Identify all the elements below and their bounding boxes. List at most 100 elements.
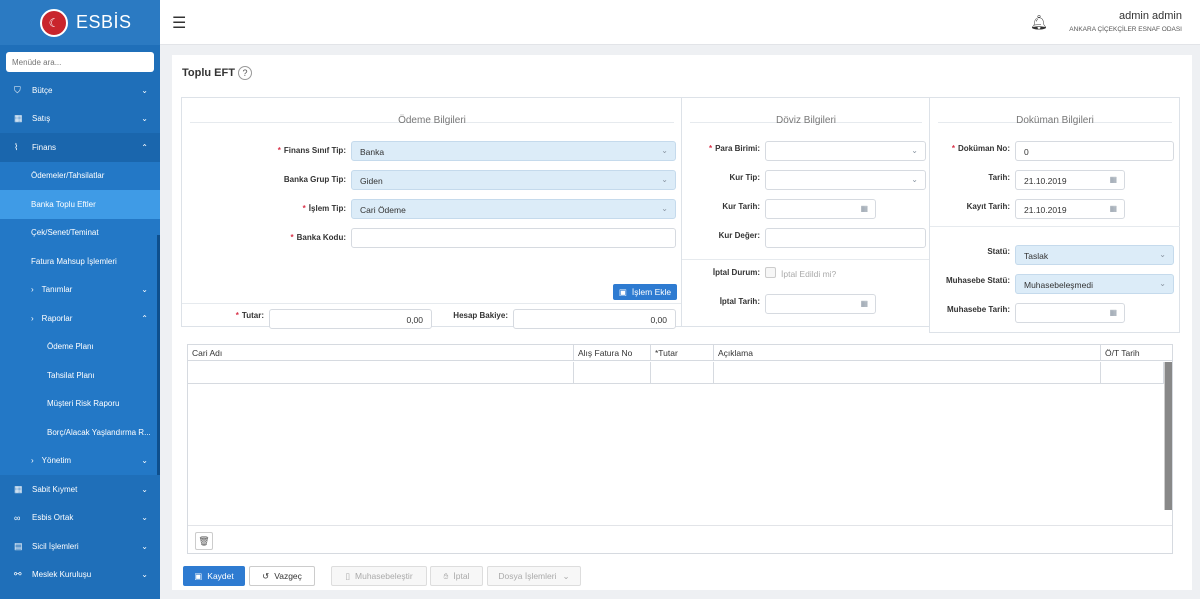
nav-finans[interactable]: ⌇ Finans ⌃ [0, 133, 160, 162]
tarih-input[interactable]: 21.10.2019 ▦ [1015, 170, 1125, 190]
banka-kodu-input[interactable] [351, 228, 676, 248]
nav-satis[interactable]: ▦ Satış ⌄ [0, 105, 160, 134]
divider [682, 259, 930, 260]
grid-filter-cell[interactable] [574, 362, 651, 384]
iptal-checkbox[interactable] [765, 267, 776, 278]
input-value: 0,00 [650, 315, 667, 325]
nav-odemeler-tahsilatlar[interactable]: Ödemeler/Tahsilatlar [0, 161, 160, 190]
grid-filter-cell[interactable] [714, 362, 1101, 384]
button-label: Vazgeç [274, 571, 302, 581]
menu-search-input[interactable] [6, 52, 154, 72]
finans-sinif-tip-select[interactable]: Banka ⌄ [351, 141, 676, 161]
banka-grup-tip-select[interactable]: Giden ⌄ [351, 170, 676, 190]
nav-odeme-plani[interactable]: Ödeme Planı [0, 332, 160, 361]
muhasebe-tarih-input[interactable]: ▦ [1015, 303, 1125, 323]
iptal-button[interactable]: ✋︎ İptal [430, 566, 483, 586]
label-text: Banka Grup Tip [283, 175, 344, 184]
muhasebe-statu-select[interactable]: Muhasebeleşmedi ⌄ [1015, 274, 1174, 294]
statu-select[interactable]: Taslak ⌄ [1015, 245, 1174, 265]
grid-header-aciklama[interactable]: Açıklama [714, 345, 1101, 361]
muhasebe-tarih-label: Muhasebe Tarih: [947, 305, 1010, 314]
kayit-tarih-input[interactable]: 21.10.2019 ▦ [1015, 199, 1125, 219]
grid-header-tutar[interactable]: *Tutar [651, 345, 714, 361]
chevron-up-icon: ⌃ [141, 313, 148, 323]
grid-filter-cell[interactable] [1101, 362, 1164, 384]
sidebar-scrollbar[interactable] [157, 235, 160, 475]
grid-filter-cell[interactable] [651, 362, 714, 384]
dosya-islemleri-button[interactable]: Dosya İşlemleri ⌄ [487, 566, 581, 586]
nav-cek-senet-teminat[interactable]: Çek/Senet/Teminat [0, 218, 160, 247]
calendar-icon[interactable]: ▦ [860, 299, 868, 308]
brand-name: ESBİS [76, 12, 132, 32]
label-text: Kur Değer [718, 231, 758, 240]
grid-filter-cell[interactable] [188, 362, 574, 384]
nav-fatura-mahsup[interactable]: Fatura Mahsup İşlemleri [0, 247, 160, 276]
trash-icon[interactable]: 🗑︎ [195, 532, 213, 550]
chevron-down-icon: ⌄ [661, 204, 668, 213]
calendar-icon[interactable]: ▦ [1109, 308, 1117, 317]
nav-sabit-kiymet[interactable]: ▦ Sabit Kıymet ⌄ [0, 475, 160, 504]
kur-tip-label: Kur Tip: [729, 173, 760, 182]
vazgec-button[interactable]: ↺ Vazgeç [249, 566, 315, 586]
kur-deger-input[interactable] [765, 228, 926, 248]
button-label: İptal [453, 571, 470, 581]
calendar-icon[interactable]: ▦ [860, 204, 868, 213]
nav-yonetim[interactable]: › Yönetim ⌄ [0, 446, 160, 475]
menu-toggle-icon[interactable]: ☰ [172, 13, 186, 33]
nav-label: Borç/Alacak Yaşlandırma R... [47, 427, 151, 437]
hesap-bakiye-input[interactable]: 0,00 [513, 309, 676, 329]
chevron-down-icon: ⌄ [1159, 250, 1166, 259]
banka-kodu-label: * Banka Kodu: [290, 233, 346, 242]
grid-header-alis-fatura-no[interactable]: Alış Fatura No [574, 345, 651, 361]
calendar-icon[interactable]: ▦ [1109, 175, 1117, 184]
chevron-right-icon: › [31, 285, 34, 295]
nav-sicil-islemleri[interactable]: ▤ Sicil İşlemleri ⌄ [0, 532, 160, 561]
doc-icon: ▤ [14, 540, 23, 551]
kaydet-button[interactable]: ▣ Kaydet [183, 566, 245, 586]
chevron-down-icon: ⌄ [141, 114, 148, 124]
input-value: 0,00 [406, 315, 423, 325]
banka-grup-tip-label: Banka Grup Tip: [283, 175, 346, 184]
nav-banka-toplu-eftler[interactable]: Banka Toplu Eftler [0, 190, 160, 219]
link-icon: ∞ [14, 512, 21, 523]
user-menu[interactable]: admin admin ANKARA ÇİÇEKÇİLER ESNAF ODAS… [1069, 10, 1182, 33]
divider [182, 303, 682, 304]
calendar-icon[interactable]: ▦ [1109, 204, 1117, 213]
button-label: Kaydet [207, 571, 234, 581]
grid-header-ot-tarih[interactable]: Ö/T Tarih [1101, 345, 1172, 361]
nav-borc-alacak[interactable]: Borç/Alacak Yaşlandırma R... [0, 418, 160, 447]
tarih-label: Tarih: [988, 173, 1010, 182]
nav-label: Ödeme Planı [47, 342, 94, 352]
dokuman-no-input[interactable]: 0 [1015, 141, 1174, 161]
nav-butce[interactable]: ⛉ Bütçe ⌄ [0, 76, 160, 105]
kur-tarih-input[interactable]: ▦ [765, 199, 876, 219]
logo-icon: ☾ [40, 8, 68, 37]
bell-icon[interactable]: 🔔︎ [1030, 14, 1048, 31]
nav-tahsilat-plani[interactable]: Tahsilat Planı [0, 361, 160, 390]
muhasebelestir-button[interactable]: ▯ Muhasebeleştir [331, 566, 427, 586]
chevron-down-icon: ⌄ [141, 85, 148, 95]
para-birimi-select[interactable]: ⌄ [765, 141, 926, 161]
kur-tip-select[interactable]: ⌄ [765, 170, 926, 190]
nav-meslek-kurulusu[interactable]: ⚯ Meslek Kuruluşu ⌄ [0, 561, 160, 590]
nav-raporlar[interactable]: › Raporlar ⌃ [0, 304, 160, 333]
islem-ekle-button[interactable]: ▣ İşlem Ekle [613, 284, 677, 300]
dokuman-panel: Doküman Bilgileri * Doküman No: 0 Tarih: … [929, 97, 1180, 333]
iptal-edildi-text: İptal Edildi mi? [781, 269, 837, 279]
grid-header-cari-adi[interactable]: Cari Adı [188, 345, 574, 361]
nav-tanimlar[interactable]: › Tanımlar ⌄ [0, 275, 160, 304]
iptal-tarih-input[interactable]: ▦ [765, 294, 876, 314]
help-icon[interactable]: ? [238, 66, 252, 80]
nav-esbis-ortak[interactable]: ∞ Esbis Ortak ⌄ [0, 504, 160, 533]
grid-scrollbar[interactable] [1164, 362, 1172, 510]
label-text: Kur Tip [729, 173, 758, 182]
muhasebe-statu-label: Muhasebe Statü: [945, 276, 1010, 285]
select-value: Giden [360, 176, 383, 186]
hesap-bakiye-label: Hesap Bakiye: [453, 311, 508, 320]
hand-icon: ✋︎ [443, 570, 449, 581]
tutar-input[interactable]: 0,00 [269, 309, 432, 329]
islem-tip-select[interactable]: Cari Ödeme ⌄ [351, 199, 676, 219]
chevron-down-icon: ⌄ [661, 146, 668, 155]
nav-musteri-risk-raporu[interactable]: Müşteri Risk Raporu [0, 389, 160, 418]
brand[interactable]: ☾ ESBİS [0, 0, 160, 45]
